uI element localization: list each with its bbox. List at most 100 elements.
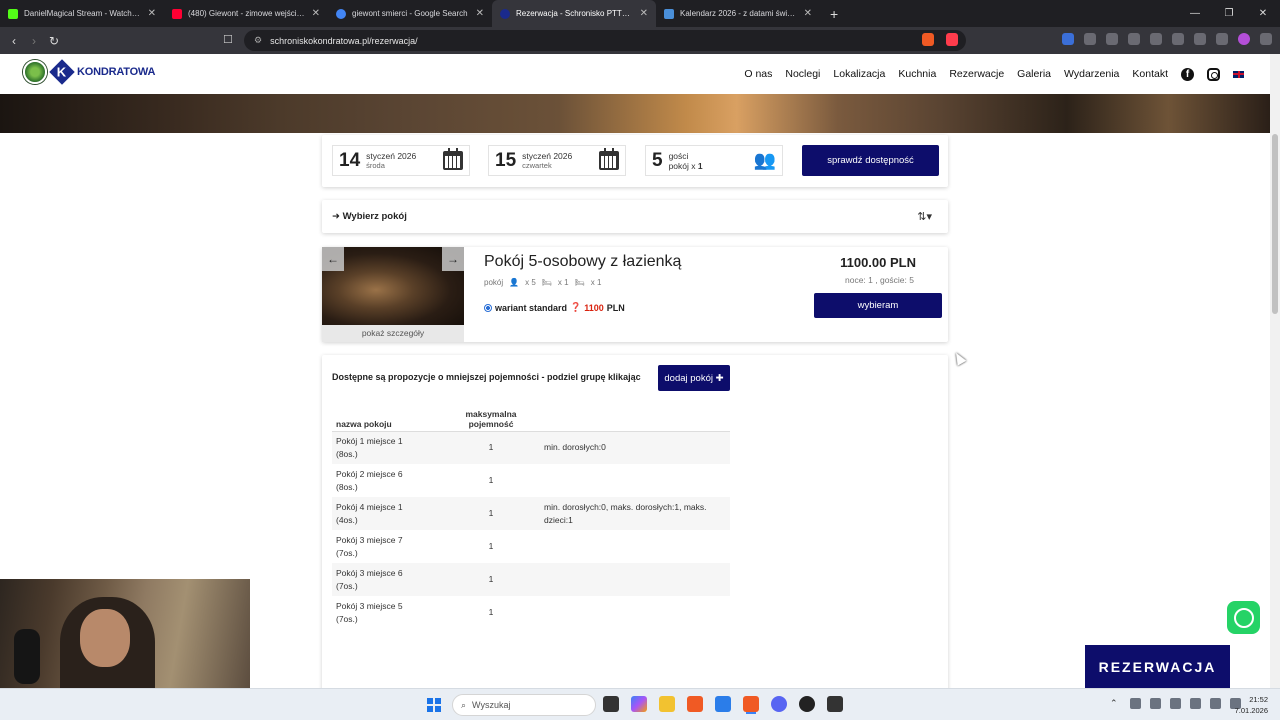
extensions-icon[interactable] (1084, 33, 1096, 45)
variant-radio[interactable] (484, 303, 492, 312)
browser-tab[interactable]: (480) Giewont - zimowe wejście na s ✕ (164, 0, 328, 27)
nav-o-nas[interactable]: O nas (744, 68, 772, 80)
english-flag-icon[interactable] (1233, 70, 1244, 78)
close-tab-icon[interactable]: ✕ (148, 8, 156, 19)
display-icon[interactable] (1210, 698, 1221, 709)
check-availability-button[interactable]: sprawdź dostępność (802, 145, 939, 176)
select-room-heading: ➜ Wybierz pokój (332, 211, 407, 222)
checkin-date-picker[interactable]: 14 styczeń 2026 środa (332, 145, 470, 176)
menu-icon[interactable] (1260, 33, 1272, 45)
browser-tab-active[interactable]: Rezerwacja - Schronisko PTTK H ✕ (492, 0, 656, 27)
nav-wydarzenia[interactable]: Wydarzenia (1064, 68, 1119, 80)
select-room-button[interactable]: wybieram (814, 293, 942, 318)
variant-option[interactable]: wariant standard ❓ 1100 PLN (484, 302, 625, 313)
prev-arrow-icon[interactable]: ← (322, 247, 344, 271)
site-info-icon[interactable]: ⚙ (254, 35, 262, 46)
nav-kuchnia[interactable]: Kuchnia (898, 68, 936, 80)
app-icon[interactable] (827, 696, 843, 712)
nav-kontakt[interactable]: Kontakt (1132, 68, 1168, 80)
rezerwacja-button[interactable]: REZERWACJA (1085, 645, 1230, 688)
close-window-icon[interactable]: ✕ (1246, 0, 1280, 27)
brave-browser-icon[interactable] (687, 696, 703, 712)
instagram-icon[interactable] (1207, 67, 1220, 81)
cloud-icon[interactable] (1150, 698, 1161, 709)
checkout-date-picker[interactable]: 15 styczeń 2026 czwartek (488, 145, 626, 176)
reload-icon[interactable]: ↻ (44, 34, 64, 48)
room-price: 1100.00 PLN (840, 255, 916, 270)
add-room-button[interactable]: dodaj pokój ✚ (658, 365, 730, 391)
extension-icon[interactable] (1062, 33, 1074, 45)
new-tab-button[interactable]: + (820, 6, 848, 22)
vpn-icon[interactable] (1216, 33, 1228, 45)
calendar-favicon-icon (664, 8, 674, 19)
room-card: ← → pokaż szczegóły Pokój 5-osobowy z ła… (322, 247, 948, 342)
table-row[interactable]: Pokój 4 miejsce 1 (4os.) 1 min. dorosłych:0… (332, 497, 730, 530)
show-details-link[interactable]: pokaż szczegóły (322, 325, 464, 342)
browser-tab[interactable]: DanielMagical Stream - Watch Live o✕ (0, 0, 164, 27)
screenshot-icon[interactable] (1106, 33, 1118, 45)
brave-rewards-icon[interactable] (946, 33, 958, 46)
page-scrollbar[interactable] (1270, 54, 1280, 688)
browser-tab[interactable]: giewont smierci - Google Search ✕ (328, 0, 492, 27)
store-icon[interactable] (715, 696, 731, 712)
whatsapp-icon[interactable] (1227, 601, 1260, 634)
nav-rezerwacje[interactable]: Rezerwacje (949, 68, 1004, 80)
brave-active-icon[interactable] (743, 696, 759, 712)
minimize-icon[interactable]: — (1178, 0, 1212, 27)
taskbar-search[interactable]: ⌕ Wyszukaj (452, 694, 596, 716)
nav-lokalizacja[interactable]: Lokalizacja (833, 68, 885, 80)
kondratowa-k-icon: K (49, 59, 75, 85)
music-icon[interactable] (1128, 33, 1140, 45)
close-tab-icon[interactable]: ✕ (640, 8, 648, 19)
bookmark-icon[interactable]: ☐ (223, 33, 233, 46)
next-arrow-icon[interactable]: → (442, 247, 464, 271)
close-tab-icon[interactable]: ✕ (312, 8, 320, 19)
restore-icon[interactable]: ❐ (1212, 0, 1246, 27)
copilot-icon[interactable] (631, 696, 647, 712)
question-icon[interactable]: ❓ (570, 302, 581, 313)
wifi-icon[interactable] (1170, 698, 1181, 709)
address-bar[interactable]: ⚙ schroniskokondratowa.pl/rezerwacja/ (244, 30, 966, 51)
windows-start-icon[interactable] (427, 698, 441, 712)
microphone-icon[interactable] (1190, 698, 1201, 709)
forward-icon[interactable]: › (24, 34, 44, 48)
browser-tab[interactable]: Kalendarz 2026 - z datami świąt i dni✕ (656, 0, 820, 27)
person-icon: 👤 (509, 278, 520, 287)
variant-price: 1100 (584, 302, 604, 313)
sidebar-icon[interactable] (1150, 33, 1162, 45)
discord-icon[interactable] (771, 696, 787, 712)
table-row[interactable]: Pokój 1 miejsce 1 (8os.) 1 min. dorosłych:0 (332, 431, 730, 464)
close-tab-icon[interactable]: ✕ (804, 8, 812, 19)
profile-icon[interactable] (1238, 33, 1250, 45)
leo-icon[interactable] (1194, 33, 1206, 45)
brave-shields-icon[interactable] (922, 33, 934, 46)
checkout-weekday: czwartek (522, 160, 552, 170)
wallet-icon[interactable] (1172, 33, 1184, 45)
close-tab-icon[interactable]: ✕ (476, 8, 484, 19)
nights-guests-info: noce: 1 , goście: 5 (845, 275, 914, 285)
taskbar-apps (603, 696, 843, 712)
guests-picker[interactable]: 5 gości pokój x 1 👥 (645, 145, 783, 176)
webcam-overlay (0, 579, 250, 688)
file-explorer-icon[interactable] (659, 696, 675, 712)
taskbar-clock[interactable]: 21:52 7.01.2026 (1235, 694, 1268, 716)
sort-dropdown-icon[interactable]: ⇅▾ (917, 210, 932, 223)
nav-galeria[interactable]: Galeria (1017, 68, 1051, 80)
table-row[interactable]: Pokój 3 miejsce 6 (7os.) 1 (332, 563, 730, 596)
sync-icon[interactable] (1130, 698, 1141, 709)
table-row[interactable]: Pokój 3 miejsce 7 (7os.) 1 (332, 530, 730, 563)
checkout-month: styczeń 2026 (522, 150, 573, 161)
scrollbar-thumb[interactable] (1272, 134, 1278, 314)
site-logo[interactable]: K KONDRATOWA (23, 59, 155, 85)
obs-icon[interactable] (799, 696, 815, 712)
table-row[interactable]: Pokój 3 miejsce 5 (7os.) 1 (332, 596, 730, 629)
users-icon: 👥 (753, 150, 776, 170)
nav-noclegi[interactable]: Noclegi (785, 68, 820, 80)
back-icon[interactable]: ‹ (4, 34, 24, 48)
task-view-icon[interactable] (603, 696, 619, 712)
tray-chevron-icon[interactable]: ⌃ (1110, 698, 1121, 709)
table-row[interactable]: Pokój 2 miejsce 6 (8os.) 1 (332, 464, 730, 497)
col-capacity: maksymalna pojemność (442, 400, 540, 432)
facebook-icon[interactable]: f (1181, 67, 1194, 81)
pttk-emblem-icon (23, 60, 47, 84)
